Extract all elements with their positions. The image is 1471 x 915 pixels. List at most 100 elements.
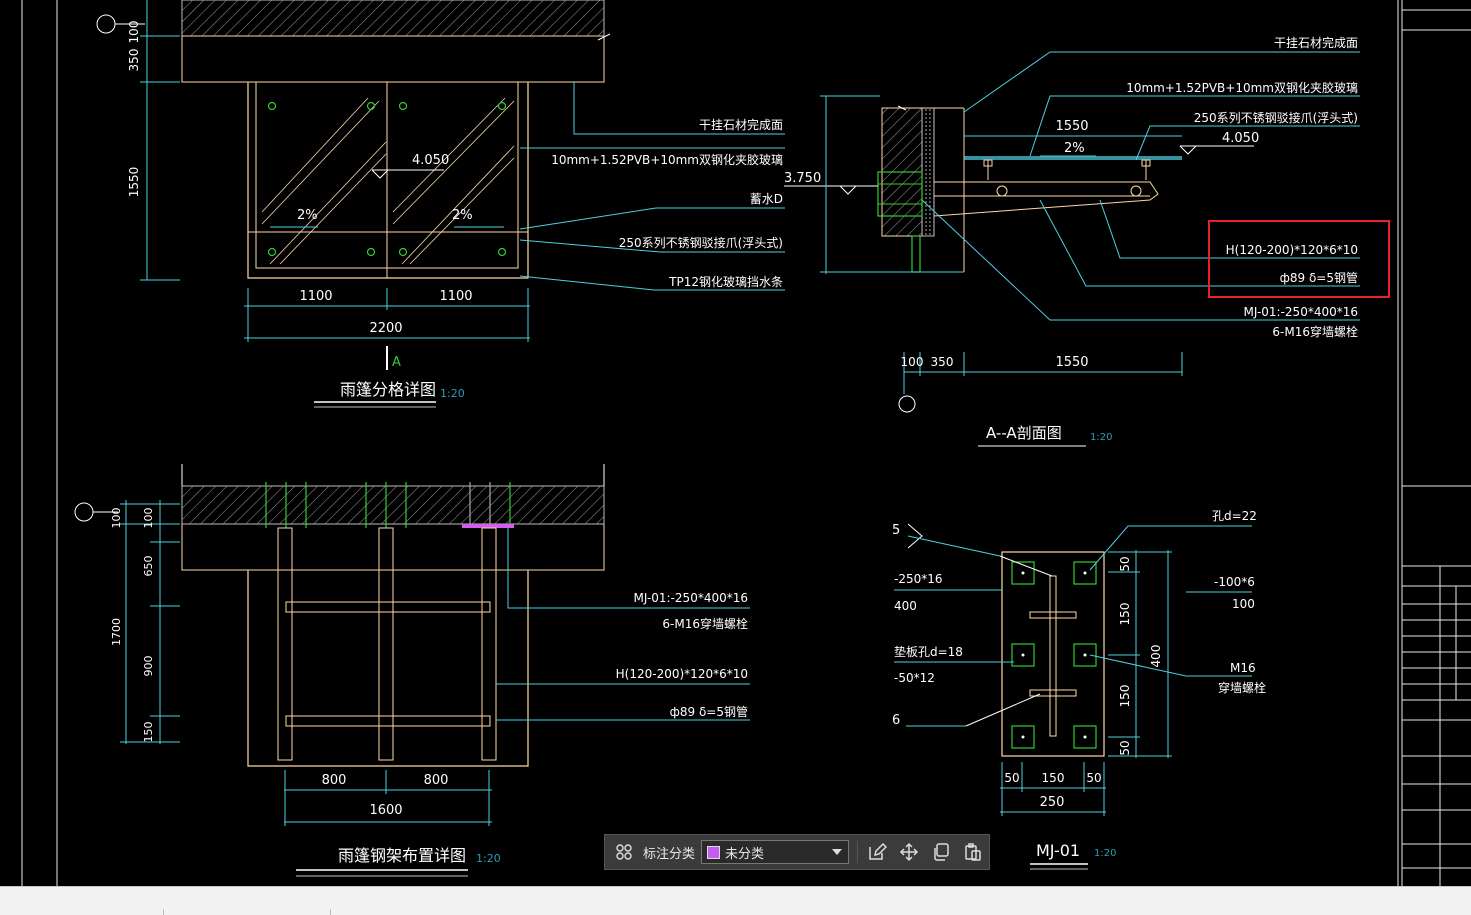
category-select[interactable]: 未分类 [701, 840, 850, 864]
d3-bottom-dim-1: 800 [424, 773, 449, 788]
d3-total-dim: 1600 [369, 803, 402, 818]
slab-bottom-line [181, 35, 605, 83]
d2-highlight-note-0: H(120-200)*120*6*10 [1226, 243, 1358, 257]
cad-drawing-canvas[interactable]: 100 350 1550 4.050 2% 2% 1100 1100 2200 … [0, 0, 1471, 914]
status-bar [0, 886, 1471, 915]
chevron-down-icon [832, 849, 843, 855]
drawing-canopy-grid-detail: 100 350 1550 4.050 2% 2% 1100 1100 2200 … [96, 0, 785, 408]
grid-icon[interactable] [611, 839, 637, 865]
d4-right-dim-0: 50 [1118, 556, 1132, 571]
d4-scale: 1:20 [1094, 848, 1116, 859]
d3-left-dim-1: 100 [142, 508, 155, 529]
d2-note-0: 干挂石材完成面 [1274, 35, 1358, 50]
d4-right-dim-3: 50 [1118, 740, 1132, 755]
d2-scale: 1:20 [1090, 432, 1112, 443]
d4-bottom-dim-2: 50 [1086, 771, 1101, 785]
annotation-toolbar: 标注分类 未分类 [604, 834, 990, 870]
d3-bottom-dim-0: 800 [322, 773, 347, 788]
d1-note-2: 蓄水D [750, 192, 783, 206]
d2-level-left: 3.750 [784, 171, 821, 186]
d1-total-dim: 2200 [369, 321, 402, 336]
d4-title: MJ-01 [1036, 841, 1080, 860]
d3-axis-bubble [74, 502, 94, 522]
d2-bottom-dim-2: 1550 [1055, 355, 1088, 370]
d1-left-dim-1: 350 [127, 49, 141, 72]
spider-fittings [983, 159, 1151, 197]
d4-weld-bottom: 6 [892, 713, 900, 728]
d3-left-dim-3: 1700 [110, 618, 123, 646]
d3-title: 雨篷钢架布置详图 [338, 846, 466, 865]
d4-right-total: 400 [1149, 645, 1163, 668]
d2-axis-bubble [898, 395, 916, 413]
stiffener [1029, 575, 1077, 737]
d1-scale: 1:20 [440, 387, 465, 400]
d1-left-dim-0: 100 [127, 21, 141, 44]
paste-icon[interactable] [960, 839, 986, 865]
magenta-plate [462, 524, 514, 528]
d1-title: 雨篷分格详图 [340, 380, 436, 399]
copy-icon[interactable] [928, 839, 954, 865]
category-color-swatch [707, 845, 721, 859]
d1-left-dim-2: 1550 [127, 167, 141, 198]
slab-hatch [181, 0, 605, 37]
d1-slope-right: 2% [452, 208, 473, 223]
d3-note-2: H(120-200)*120*6*10 [616, 667, 748, 681]
category-select-value: 未分类 [725, 846, 765, 862]
d4-right-note-2: 100 [1232, 597, 1255, 611]
left-dim-lines [140, 0, 180, 281]
d4-left-note-0: -250*16 [894, 572, 943, 586]
d3-note-1: 6-M16穿墙螺栓 [662, 616, 748, 631]
d4-bottom-dim-0: 50 [1004, 771, 1019, 785]
d2-level-top: 4.050 [1222, 131, 1259, 146]
d4-right-note-0: 孔d=22 [1212, 509, 1257, 523]
toolbar-divider [857, 841, 859, 863]
d1-level-symbol [371, 169, 390, 179]
stone-cladding [921, 107, 935, 237]
d3-scale: 1:20 [476, 852, 501, 865]
d3-note-0: MJ-01:-250*400*16 [633, 591, 748, 605]
drawing-mj01-plate: 5 6 -250*16 400 垫板孔d=18 -50*12 孔d=22 -10… [892, 509, 1266, 870]
canopy-plan-outline [247, 570, 529, 767]
d4-right-note-4: 穿墙螺栓 [1218, 680, 1266, 695]
d4-left-note-3: -50*12 [894, 671, 935, 685]
d1-leaders [519, 82, 785, 291]
d2-bottom-dim-0: 100 [901, 355, 924, 369]
d1-bottom-dim-1: 1100 [439, 289, 472, 304]
glass-panel [964, 156, 1182, 160]
d2-title: A--A剖面图 [986, 424, 1062, 442]
d1-slope-left: 2% [297, 208, 318, 223]
axis-bubble [96, 14, 116, 34]
status-separator [330, 909, 331, 915]
d3-note-3: ф89 δ=5钢管 [670, 704, 748, 719]
glass-diagonals [261, 97, 515, 265]
edit-icon[interactable] [864, 839, 890, 865]
d2-plate-note-0: MJ-01:-250*400*16 [1243, 305, 1358, 319]
status-separator [163, 909, 164, 915]
d4-total-dim: 250 [1040, 795, 1065, 810]
d2-note-1: 10mm+1.52PVB+10mm双钢化夹胶玻璃 [1126, 80, 1358, 95]
plate-holes [1011, 561, 1097, 749]
d3-left-dim-4: 900 [142, 656, 155, 677]
d1-level: 4.050 [412, 153, 449, 168]
d1-note-0: 干挂石材完成面 [699, 117, 783, 132]
d4-right-dim-1: 150 [1118, 603, 1132, 626]
d3-left-dim-5: 150 [142, 722, 155, 743]
d4-weld-top: 5 [892, 523, 900, 538]
d1-section-mark: A [392, 355, 401, 370]
drawing-section-aa: 1550 2% 4.050 3.750 100 350 1550 干挂石材完成面… [784, 35, 1390, 447]
d3-left-dim-2: 650 [142, 556, 155, 577]
d1-note-1: 10mm+1.52PVB+10mm双钢化夹胶玻璃 [551, 152, 783, 167]
drawing-steel-frame-layout: 100 100 650 1700 900 150 800 800 1600 MJ… [74, 464, 750, 877]
d2-bottom-dim-1: 350 [931, 355, 954, 369]
steel-beams [277, 527, 497, 761]
d1-bottom-dim-0: 1100 [299, 289, 332, 304]
d2-top-dim: 1550 [1055, 119, 1088, 134]
d4-left-note-2: 垫板孔d=18 [894, 644, 963, 659]
d2-plate-note-1: 6-M16穿墙螺栓 [1272, 324, 1358, 339]
slab-hatch-2 [181, 485, 605, 525]
d4-right-note-1: -100*6 [1214, 575, 1255, 589]
move-icon[interactable] [896, 839, 922, 865]
d4-bottom-dim-1: 150 [1042, 771, 1065, 785]
d4-left-note-1: 400 [894, 599, 917, 613]
d2-note-2: 250系列不锈钢驳接爪(浮头式) [1194, 110, 1358, 125]
